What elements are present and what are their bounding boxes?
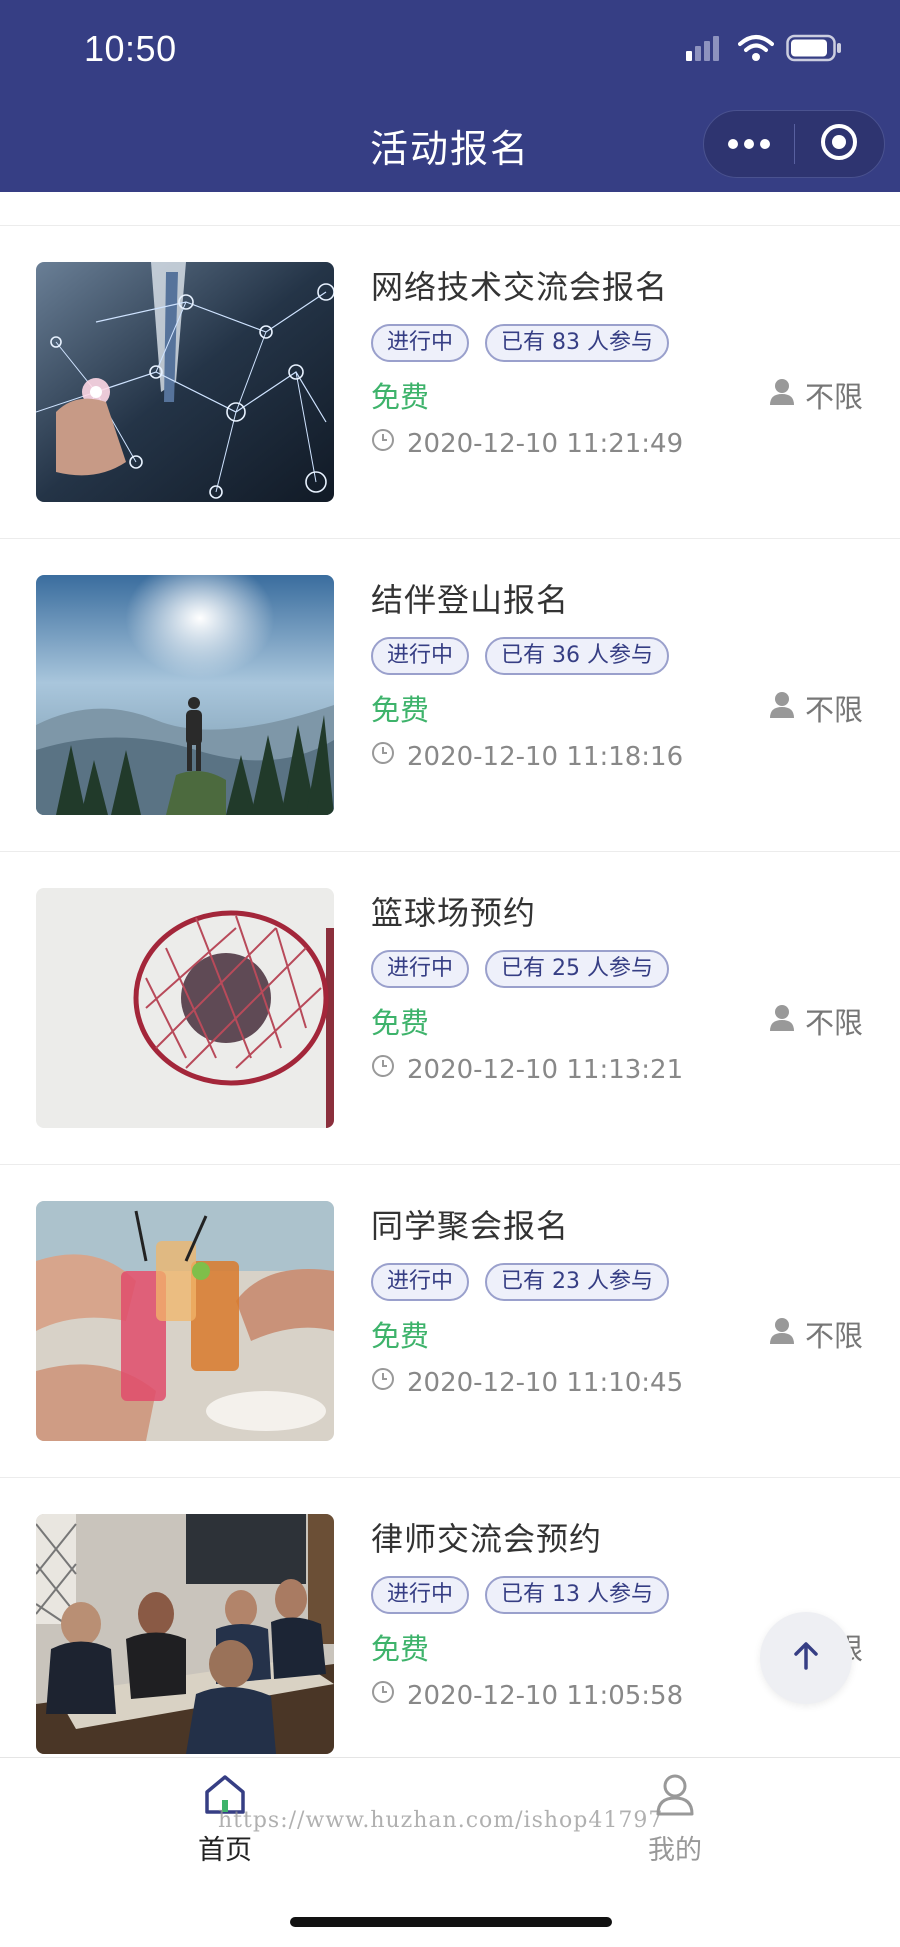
activity-tags: 进行中 已有 83 人参与: [371, 324, 871, 362]
clock-icon: [371, 1054, 395, 1085]
limit-label: 不限: [804, 693, 863, 727]
signal-icon: [686, 35, 726, 65]
more-dots-icon: [727, 135, 771, 154]
person-icon: [769, 1317, 795, 1352]
status-time: 10:50: [84, 28, 177, 69]
activity-title: 篮球场预约: [371, 894, 537, 932]
participants-badge: 已有 25 人参与: [485, 950, 669, 988]
wifi-icon: [738, 34, 774, 66]
participants-badge: 已有 23 人参与: [485, 1263, 669, 1301]
clock-icon: [371, 428, 395, 459]
price-row: 免费 不限: [371, 996, 871, 1048]
activity-title: 结伴登山报名: [371, 581, 570, 619]
activity-card[interactable]: 同学聚会报名 进行中 已有 23 人参与 免费 不限 2020-12-10 11…: [0, 1165, 900, 1478]
activity-title: 网络技术交流会报名: [371, 268, 669, 306]
status-badge: 进行中: [371, 324, 470, 362]
activity-time: 2020-12-10 11:18:16: [371, 741, 871, 772]
activity-card[interactable]: 律师交流会预约 进行中 已有 13 人参与 免费 不限 2020-12-10 1…: [0, 1478, 900, 1757]
back-to-top-button[interactable]: [760, 1612, 852, 1704]
activity-price: 免费: [371, 693, 430, 727]
activity-image-mountain: [36, 575, 334, 815]
activity-datetime: 2020-12-10 11:13:21: [407, 1054, 684, 1085]
arrow-up-icon: [791, 1641, 821, 1675]
activity-card[interactable]: 篮球场预约 进行中 已有 25 人参与 免费 不限 2020-12-10 11:…: [0, 852, 900, 1165]
more-button[interactable]: [704, 111, 794, 177]
activity-time: 2020-12-10 11:10:45: [371, 1367, 871, 1398]
status-badge: 进行中: [371, 1576, 470, 1614]
participants-badge: 已有 36 人参与: [485, 637, 669, 675]
activity-price: 免费: [371, 380, 430, 414]
price-row: 免费 不限: [371, 1309, 871, 1361]
activity-datetime: 2020-12-10 11:05:58: [407, 1680, 684, 1711]
limit-label: 不限: [804, 1006, 863, 1040]
activity-title: 律师交流会预约: [371, 1520, 603, 1558]
activity-tags: 进行中 已有 23 人参与: [371, 1263, 871, 1301]
status-badge: 进行中: [371, 1263, 470, 1301]
limit-label: 不限: [804, 1319, 863, 1353]
clock-icon: [371, 1367, 395, 1398]
nav-header: 10:50 活动报名: [0, 0, 900, 192]
limit-label: 不限: [804, 380, 863, 414]
activity-tags: 进行中 已有 13 人参与: [371, 1576, 871, 1614]
home-indicator: [290, 1917, 612, 1927]
activity-image-lawyers: [36, 1514, 334, 1754]
activity-title: 同学聚会报名: [371, 1207, 570, 1245]
activity-image-drinks: [36, 1201, 334, 1441]
target-close-icon: [820, 123, 858, 165]
activity-info: 篮球场预约 进行中 已有 25 人参与 免费 不限 2020-12-10 11:…: [371, 888, 871, 1085]
person-icon: [769, 691, 795, 726]
activity-time: 2020-12-10 11:21:49: [371, 428, 871, 459]
activity-card[interactable]: 网络技术交流会报名 进行中 已有 83 人参与 免费 不限 2020-12-10…: [0, 226, 900, 539]
watermark-text: https://www.huzhan.com/ishop41797: [218, 1808, 664, 1833]
activity-price: 免费: [371, 1006, 430, 1040]
activity-info: 同学聚会报名 进行中 已有 23 人参与 免费 不限 2020-12-10 11…: [371, 1201, 871, 1398]
status-badge: 进行中: [371, 637, 470, 675]
person-icon: [769, 378, 795, 413]
participants-badge: 已有 83 人参与: [485, 324, 669, 362]
activity-datetime: 2020-12-10 11:21:49: [407, 428, 684, 459]
activity-price: 免费: [371, 1632, 430, 1666]
activity-time: 2020-12-10 11:13:21: [371, 1054, 871, 1085]
activity-datetime: 2020-12-10 11:10:45: [407, 1367, 684, 1398]
activity-image-basketball: [36, 888, 334, 1128]
participant-limit: 不限: [769, 687, 863, 729]
activity-price: 免费: [371, 1319, 430, 1353]
clock-icon: [371, 741, 395, 772]
participant-limit: 不限: [769, 1000, 863, 1042]
status-badge: 进行中: [371, 950, 470, 988]
clock-icon: [371, 1680, 395, 1711]
price-row: 免费 不限: [371, 683, 871, 735]
activity-info: 结伴登山报名 进行中 已有 36 人参与 免费 不限 2020-12-10 11…: [371, 575, 871, 772]
participants-badge: 已有 13 人参与: [485, 1576, 669, 1614]
tab-home-label: 首页: [198, 1835, 252, 1866]
tab-mine-label: 我的: [648, 1835, 702, 1866]
activity-card[interactable]: 结伴登山报名 进行中 已有 36 人参与 免费 不限 2020-12-10 11…: [0, 539, 900, 852]
person-icon: [769, 1004, 795, 1039]
list-top-spacer: [0, 192, 900, 226]
activity-datetime: 2020-12-10 11:18:16: [407, 741, 684, 772]
activity-tags: 进行中 已有 25 人参与: [371, 950, 871, 988]
miniprogram-capsule: [703, 110, 885, 178]
activity-list[interactable]: 网络技术交流会报名 进行中 已有 83 人参与 免费 不限 2020-12-10…: [0, 192, 900, 1757]
status-icons: [686, 34, 842, 66]
activity-image-network: [36, 262, 334, 502]
price-row: 免费 不限: [371, 370, 871, 422]
close-miniprogram-button[interactable]: [795, 111, 885, 177]
battery-icon: [786, 34, 842, 66]
participant-limit: 不限: [769, 374, 863, 416]
participant-limit: 不限: [769, 1313, 863, 1355]
activity-tags: 进行中 已有 36 人参与: [371, 637, 871, 675]
activity-info: 网络技术交流会报名 进行中 已有 83 人参与 免费 不限 2020-12-10…: [371, 262, 871, 459]
